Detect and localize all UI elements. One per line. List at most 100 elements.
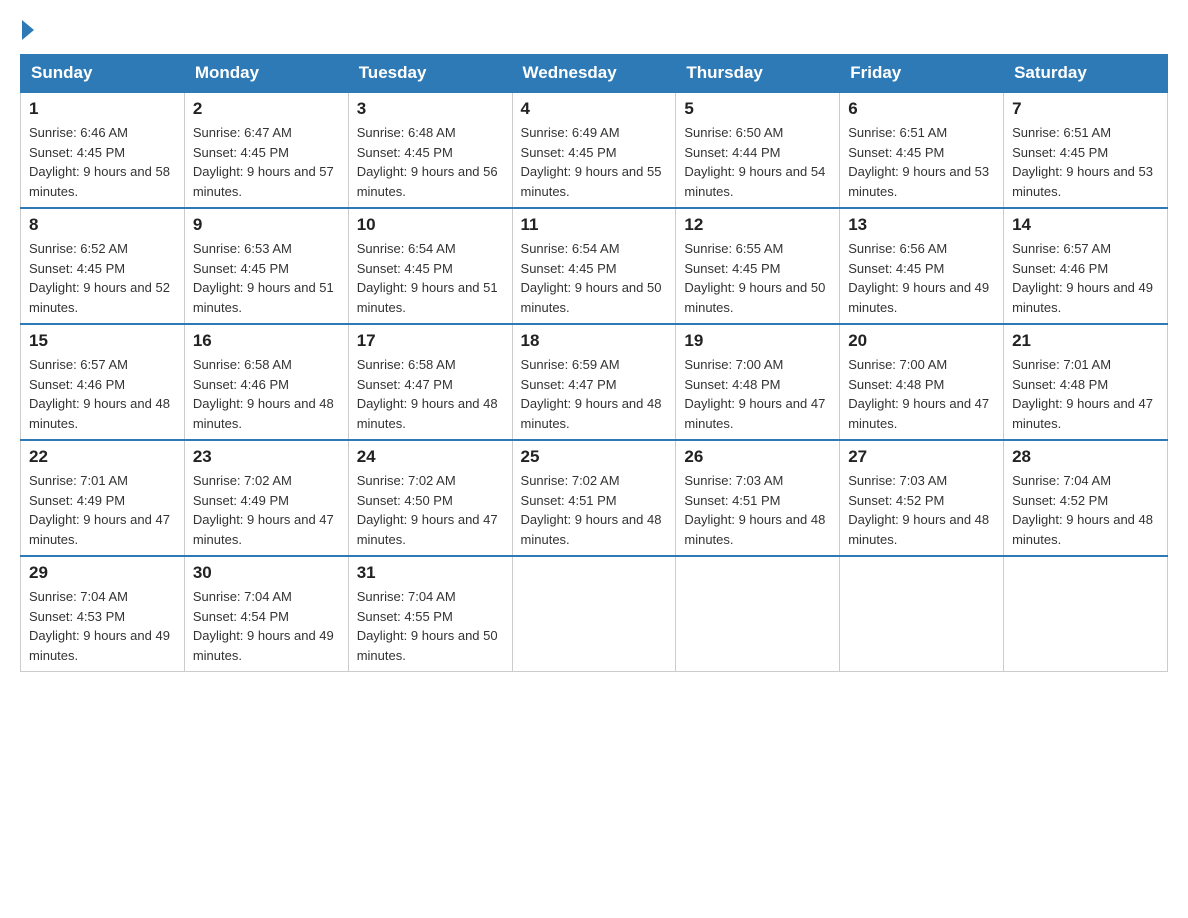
week-row-5: 29 Sunrise: 7:04 AMSunset: 4:53 PMDaylig… bbox=[21, 556, 1168, 672]
day-number: 29 bbox=[29, 563, 176, 583]
day-info: Sunrise: 7:00 AMSunset: 4:48 PMDaylight:… bbox=[848, 357, 989, 431]
day-info: Sunrise: 7:04 AMSunset: 4:52 PMDaylight:… bbox=[1012, 473, 1153, 547]
day-number: 9 bbox=[193, 215, 340, 235]
day-number: 1 bbox=[29, 99, 176, 119]
weekday-header-tuesday: Tuesday bbox=[348, 55, 512, 93]
day-cell-14: 14 Sunrise: 6:57 AMSunset: 4:46 PMDaylig… bbox=[1004, 208, 1168, 324]
weekday-header-monday: Monday bbox=[184, 55, 348, 93]
day-info: Sunrise: 6:48 AMSunset: 4:45 PMDaylight:… bbox=[357, 125, 498, 199]
day-cell-27: 27 Sunrise: 7:03 AMSunset: 4:52 PMDaylig… bbox=[840, 440, 1004, 556]
day-cell-9: 9 Sunrise: 6:53 AMSunset: 4:45 PMDayligh… bbox=[184, 208, 348, 324]
day-cell-23: 23 Sunrise: 7:02 AMSunset: 4:49 PMDaylig… bbox=[184, 440, 348, 556]
day-number: 25 bbox=[521, 447, 668, 467]
day-number: 19 bbox=[684, 331, 831, 351]
week-row-2: 8 Sunrise: 6:52 AMSunset: 4:45 PMDayligh… bbox=[21, 208, 1168, 324]
day-number: 7 bbox=[1012, 99, 1159, 119]
empty-cell bbox=[1004, 556, 1168, 672]
day-info: Sunrise: 6:51 AMSunset: 4:45 PMDaylight:… bbox=[848, 125, 989, 199]
day-number: 23 bbox=[193, 447, 340, 467]
day-number: 27 bbox=[848, 447, 995, 467]
day-cell-22: 22 Sunrise: 7:01 AMSunset: 4:49 PMDaylig… bbox=[21, 440, 185, 556]
day-info: Sunrise: 7:02 AMSunset: 4:51 PMDaylight:… bbox=[521, 473, 662, 547]
day-number: 3 bbox=[357, 99, 504, 119]
day-number: 15 bbox=[29, 331, 176, 351]
day-number: 17 bbox=[357, 331, 504, 351]
day-info: Sunrise: 6:54 AMSunset: 4:45 PMDaylight:… bbox=[521, 241, 662, 315]
page-header bbox=[20, 20, 1168, 34]
day-cell-31: 31 Sunrise: 7:04 AMSunset: 4:55 PMDaylig… bbox=[348, 556, 512, 672]
logo-arrow-icon bbox=[22, 20, 34, 40]
day-cell-13: 13 Sunrise: 6:56 AMSunset: 4:45 PMDaylig… bbox=[840, 208, 1004, 324]
day-info: Sunrise: 6:57 AMSunset: 4:46 PMDaylight:… bbox=[1012, 241, 1153, 315]
day-number: 13 bbox=[848, 215, 995, 235]
weekday-header-friday: Friday bbox=[840, 55, 1004, 93]
day-number: 10 bbox=[357, 215, 504, 235]
day-cell-19: 19 Sunrise: 7:00 AMSunset: 4:48 PMDaylig… bbox=[676, 324, 840, 440]
day-number: 20 bbox=[848, 331, 995, 351]
day-number: 4 bbox=[521, 99, 668, 119]
day-cell-20: 20 Sunrise: 7:00 AMSunset: 4:48 PMDaylig… bbox=[840, 324, 1004, 440]
weekday-header-row: SundayMondayTuesdayWednesdayThursdayFrid… bbox=[21, 55, 1168, 93]
day-info: Sunrise: 6:46 AMSunset: 4:45 PMDaylight:… bbox=[29, 125, 170, 199]
week-row-1: 1 Sunrise: 6:46 AMSunset: 4:45 PMDayligh… bbox=[21, 92, 1168, 208]
day-number: 11 bbox=[521, 215, 668, 235]
day-number: 2 bbox=[193, 99, 340, 119]
week-row-3: 15 Sunrise: 6:57 AMSunset: 4:46 PMDaylig… bbox=[21, 324, 1168, 440]
day-info: Sunrise: 7:04 AMSunset: 4:53 PMDaylight:… bbox=[29, 589, 170, 663]
day-info: Sunrise: 6:55 AMSunset: 4:45 PMDaylight:… bbox=[684, 241, 825, 315]
day-cell-15: 15 Sunrise: 6:57 AMSunset: 4:46 PMDaylig… bbox=[21, 324, 185, 440]
day-number: 21 bbox=[1012, 331, 1159, 351]
day-cell-17: 17 Sunrise: 6:58 AMSunset: 4:47 PMDaylig… bbox=[348, 324, 512, 440]
day-info: Sunrise: 6:50 AMSunset: 4:44 PMDaylight:… bbox=[684, 125, 825, 199]
day-cell-28: 28 Sunrise: 7:04 AMSunset: 4:52 PMDaylig… bbox=[1004, 440, 1168, 556]
day-cell-4: 4 Sunrise: 6:49 AMSunset: 4:45 PMDayligh… bbox=[512, 92, 676, 208]
day-cell-25: 25 Sunrise: 7:02 AMSunset: 4:51 PMDaylig… bbox=[512, 440, 676, 556]
day-number: 28 bbox=[1012, 447, 1159, 467]
day-info: Sunrise: 6:57 AMSunset: 4:46 PMDaylight:… bbox=[29, 357, 170, 431]
day-number: 26 bbox=[684, 447, 831, 467]
day-cell-1: 1 Sunrise: 6:46 AMSunset: 4:45 PMDayligh… bbox=[21, 92, 185, 208]
day-cell-12: 12 Sunrise: 6:55 AMSunset: 4:45 PMDaylig… bbox=[676, 208, 840, 324]
day-number: 6 bbox=[848, 99, 995, 119]
day-info: Sunrise: 6:49 AMSunset: 4:45 PMDaylight:… bbox=[521, 125, 662, 199]
day-info: Sunrise: 6:51 AMSunset: 4:45 PMDaylight:… bbox=[1012, 125, 1153, 199]
day-info: Sunrise: 6:59 AMSunset: 4:47 PMDaylight:… bbox=[521, 357, 662, 431]
day-info: Sunrise: 7:02 AMSunset: 4:49 PMDaylight:… bbox=[193, 473, 334, 547]
day-cell-29: 29 Sunrise: 7:04 AMSunset: 4:53 PMDaylig… bbox=[21, 556, 185, 672]
day-info: Sunrise: 6:54 AMSunset: 4:45 PMDaylight:… bbox=[357, 241, 498, 315]
calendar-table: SundayMondayTuesdayWednesdayThursdayFrid… bbox=[20, 54, 1168, 672]
day-info: Sunrise: 7:00 AMSunset: 4:48 PMDaylight:… bbox=[684, 357, 825, 431]
day-info: Sunrise: 7:03 AMSunset: 4:51 PMDaylight:… bbox=[684, 473, 825, 547]
weekday-header-thursday: Thursday bbox=[676, 55, 840, 93]
day-info: Sunrise: 6:56 AMSunset: 4:45 PMDaylight:… bbox=[848, 241, 989, 315]
day-info: Sunrise: 7:01 AMSunset: 4:49 PMDaylight:… bbox=[29, 473, 170, 547]
day-cell-7: 7 Sunrise: 6:51 AMSunset: 4:45 PMDayligh… bbox=[1004, 92, 1168, 208]
day-info: Sunrise: 7:02 AMSunset: 4:50 PMDaylight:… bbox=[357, 473, 498, 547]
day-number: 18 bbox=[521, 331, 668, 351]
day-cell-2: 2 Sunrise: 6:47 AMSunset: 4:45 PMDayligh… bbox=[184, 92, 348, 208]
day-info: Sunrise: 6:58 AMSunset: 4:47 PMDaylight:… bbox=[357, 357, 498, 431]
logo bbox=[20, 20, 36, 34]
day-info: Sunrise: 7:04 AMSunset: 4:54 PMDaylight:… bbox=[193, 589, 334, 663]
day-number: 12 bbox=[684, 215, 831, 235]
weekday-header-saturday: Saturday bbox=[1004, 55, 1168, 93]
day-number: 5 bbox=[684, 99, 831, 119]
day-number: 16 bbox=[193, 331, 340, 351]
day-number: 22 bbox=[29, 447, 176, 467]
day-cell-26: 26 Sunrise: 7:03 AMSunset: 4:51 PMDaylig… bbox=[676, 440, 840, 556]
day-info: Sunrise: 6:53 AMSunset: 4:45 PMDaylight:… bbox=[193, 241, 334, 315]
day-cell-10: 10 Sunrise: 6:54 AMSunset: 4:45 PMDaylig… bbox=[348, 208, 512, 324]
day-cell-30: 30 Sunrise: 7:04 AMSunset: 4:54 PMDaylig… bbox=[184, 556, 348, 672]
empty-cell bbox=[840, 556, 1004, 672]
day-info: Sunrise: 6:52 AMSunset: 4:45 PMDaylight:… bbox=[29, 241, 170, 315]
day-info: Sunrise: 6:47 AMSunset: 4:45 PMDaylight:… bbox=[193, 125, 334, 199]
day-cell-18: 18 Sunrise: 6:59 AMSunset: 4:47 PMDaylig… bbox=[512, 324, 676, 440]
day-cell-6: 6 Sunrise: 6:51 AMSunset: 4:45 PMDayligh… bbox=[840, 92, 1004, 208]
day-cell-3: 3 Sunrise: 6:48 AMSunset: 4:45 PMDayligh… bbox=[348, 92, 512, 208]
day-cell-21: 21 Sunrise: 7:01 AMSunset: 4:48 PMDaylig… bbox=[1004, 324, 1168, 440]
day-number: 24 bbox=[357, 447, 504, 467]
day-cell-24: 24 Sunrise: 7:02 AMSunset: 4:50 PMDaylig… bbox=[348, 440, 512, 556]
day-cell-8: 8 Sunrise: 6:52 AMSunset: 4:45 PMDayligh… bbox=[21, 208, 185, 324]
week-row-4: 22 Sunrise: 7:01 AMSunset: 4:49 PMDaylig… bbox=[21, 440, 1168, 556]
day-info: Sunrise: 7:01 AMSunset: 4:48 PMDaylight:… bbox=[1012, 357, 1153, 431]
